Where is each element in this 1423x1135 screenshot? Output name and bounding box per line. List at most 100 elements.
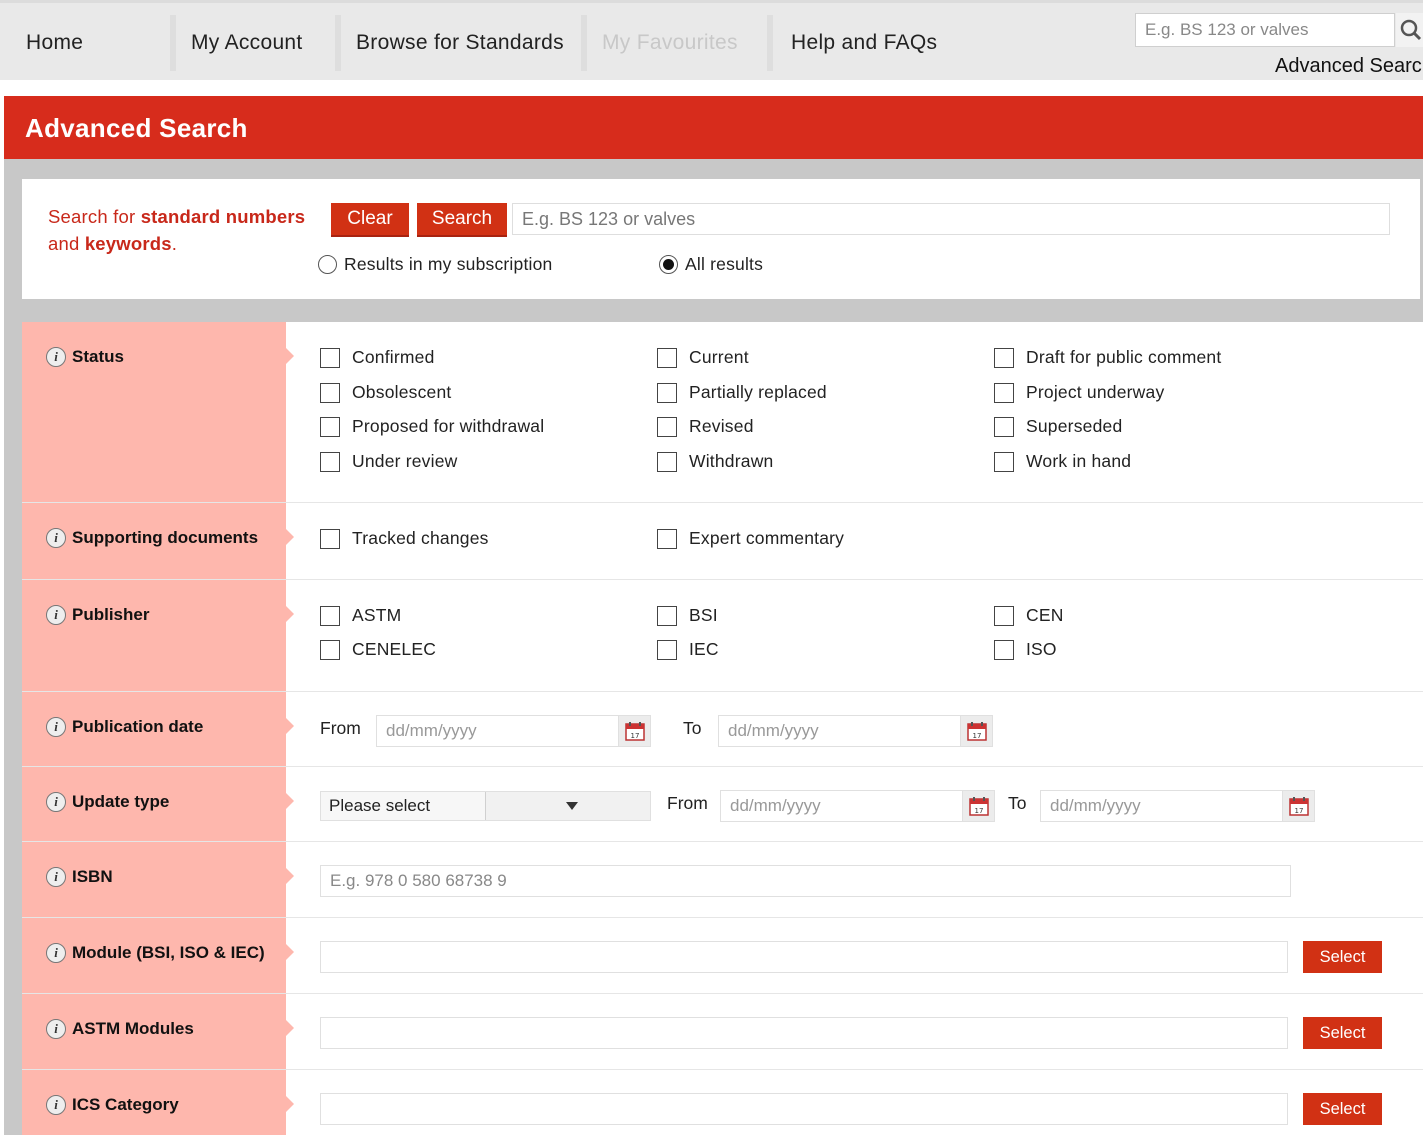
checkbox-bsi[interactable]: BSI — [657, 605, 718, 626]
checkbox-label: Expert commentary — [689, 528, 845, 548]
nav-separator — [581, 15, 587, 71]
checkbox-tracked-changes[interactable]: Tracked changes — [320, 528, 489, 549]
label-text: ISBN — [72, 867, 113, 886]
checkbox-work-in-hand[interactable]: Work in hand — [994, 451, 1131, 472]
checkbox-under-review[interactable]: Under review — [320, 451, 458, 472]
module-select-button[interactable]: Select — [1303, 941, 1382, 973]
nav-separator — [170, 15, 176, 71]
nav-browse-standards[interactable]: Browse for Standards — [356, 15, 564, 71]
main-search-input[interactable] — [512, 203, 1390, 235]
checkbox-cenelec[interactable]: CENELEC — [320, 639, 436, 660]
checkbox-draft[interactable]: Draft for public comment — [994, 347, 1221, 368]
date-input[interactable] — [377, 716, 618, 746]
checkbox-label: Tracked changes — [352, 528, 489, 548]
info-icon[interactable]: i — [46, 867, 66, 887]
row-label-bg: i Supporting documents — [22, 503, 294, 579]
checkbox-confirmed[interactable]: Confirmed — [320, 347, 435, 368]
update-type-label: i Update type — [46, 792, 169, 812]
checkbox-box — [657, 528, 677, 549]
ics-category-label: i ICS Category — [46, 1095, 179, 1115]
checkbox-label: Under review — [352, 451, 458, 471]
checkbox-astm[interactable]: ASTM — [320, 605, 401, 626]
update-date-from[interactable]: 17 — [720, 790, 995, 822]
astm-select-button[interactable]: Select — [1303, 1017, 1382, 1049]
publication-date-from[interactable]: 17 — [376, 715, 651, 747]
update-date-to[interactable]: 17 — [1040, 790, 1315, 822]
checkbox-superseded[interactable]: Superseded — [994, 416, 1122, 437]
label-text: Publisher — [72, 605, 150, 624]
nav-search-input[interactable] — [1135, 13, 1395, 47]
label-text: Module (BSI, ISO & IEC) — [72, 943, 265, 962]
date-input[interactable] — [721, 791, 962, 821]
checkbox-partially-replaced[interactable]: Partially replaced — [657, 382, 827, 403]
checkbox-label: Revised — [689, 416, 754, 436]
checkbox-box — [994, 605, 1014, 626]
checkbox-box — [657, 382, 677, 403]
page-title: Advanced Search — [25, 113, 248, 143]
checkbox-box — [657, 416, 677, 437]
radio-all-results[interactable]: All results — [659, 254, 763, 275]
select-value: Please select — [329, 796, 431, 815]
checkbox-label: ISO — [1026, 639, 1057, 659]
checkbox-obsolescent[interactable]: Obsolescent — [320, 382, 451, 403]
astm-modules-input[interactable] — [320, 1017, 1288, 1049]
checkbox-withdrawn[interactable]: Withdrawn — [657, 451, 773, 472]
checkbox-expert-commentary[interactable]: Expert commentary — [657, 528, 844, 549]
info-icon[interactable]: i — [46, 943, 66, 963]
checkbox-proposed-withdrawal[interactable]: Proposed for withdrawal — [320, 416, 544, 437]
publication-date-to[interactable]: 17 — [718, 715, 993, 747]
checkbox-label: CENELEC — [352, 639, 437, 659]
ics-category-row: i ICS Category Select — [22, 1070, 1423, 1135]
nav-my-account[interactable]: My Account — [191, 15, 303, 71]
calendar-icon[interactable]: 17 — [960, 716, 992, 746]
info-icon[interactable]: i — [46, 605, 66, 625]
checkbox-current[interactable]: Current — [657, 347, 749, 368]
calendar-icon[interactable]: 17 — [962, 791, 994, 821]
publication-date-row: i Publication date From 17 To 17 — [22, 692, 1423, 767]
checkbox-iso[interactable]: ISO — [994, 639, 1057, 660]
row-label-bg: i Status — [22, 322, 294, 502]
checkbox-revised[interactable]: Revised — [657, 416, 754, 437]
module-input[interactable] — [320, 941, 1288, 973]
radio-circle — [318, 255, 337, 274]
info-icon[interactable]: i — [46, 347, 66, 367]
ics-category-input[interactable] — [320, 1093, 1288, 1125]
checkbox-box — [320, 451, 340, 472]
nav-home[interactable]: Home — [26, 15, 83, 71]
info-icon[interactable]: i — [46, 1095, 66, 1115]
date-input[interactable] — [719, 716, 960, 746]
date-input[interactable] — [1041, 791, 1282, 821]
nav-help-faqs[interactable]: Help and FAQs — [791, 15, 937, 71]
info-icon[interactable]: i — [46, 792, 66, 812]
publisher-label: i Publisher — [46, 605, 149, 625]
ics-select-button[interactable]: Select — [1303, 1093, 1382, 1125]
info-icon[interactable]: i — [46, 1019, 66, 1039]
label-text: ASTM Modules — [72, 1019, 194, 1038]
row-label-bg: i Publication date — [22, 692, 294, 766]
isbn-input[interactable] — [320, 865, 1291, 897]
checkbox-iec[interactable]: IEC — [657, 639, 719, 660]
advanced-search-link[interactable]: Advanced Search — [1275, 55, 1423, 78]
checkbox-label: Obsolescent — [352, 382, 452, 402]
radio-my-subscription[interactable]: Results in my subscription — [318, 254, 552, 275]
update-type-select[interactable]: Please select — [320, 791, 651, 821]
checkbox-project-underway[interactable]: Project underway — [994, 382, 1164, 403]
checkbox-label: Current — [689, 347, 749, 367]
calendar-icon[interactable]: 17 — [618, 716, 650, 746]
chevron-down-icon[interactable] — [485, 792, 650, 820]
search-button[interactable]: Search — [417, 203, 507, 237]
label-text: Update type — [72, 792, 170, 811]
info-icon[interactable]: i — [46, 717, 66, 737]
checkbox-box — [320, 639, 340, 660]
info-icon[interactable]: i — [46, 528, 66, 548]
clear-button[interactable]: Clear — [331, 203, 409, 237]
checkbox-cen[interactable]: CEN — [994, 605, 1064, 626]
astm-modules-label: i ASTM Modules — [46, 1019, 194, 1039]
lead-emphasis: keywords — [84, 233, 172, 254]
supporting-documents-label: i Supporting documents — [46, 528, 258, 548]
checkbox-label: Superseded — [1026, 416, 1123, 436]
supporting-documents-row: i Supporting documents Tracked changes E… — [22, 503, 1423, 580]
nav-search-button[interactable] — [1396, 13, 1423, 47]
label-text: Publication date — [72, 717, 204, 736]
calendar-icon[interactable]: 17 — [1282, 791, 1314, 821]
